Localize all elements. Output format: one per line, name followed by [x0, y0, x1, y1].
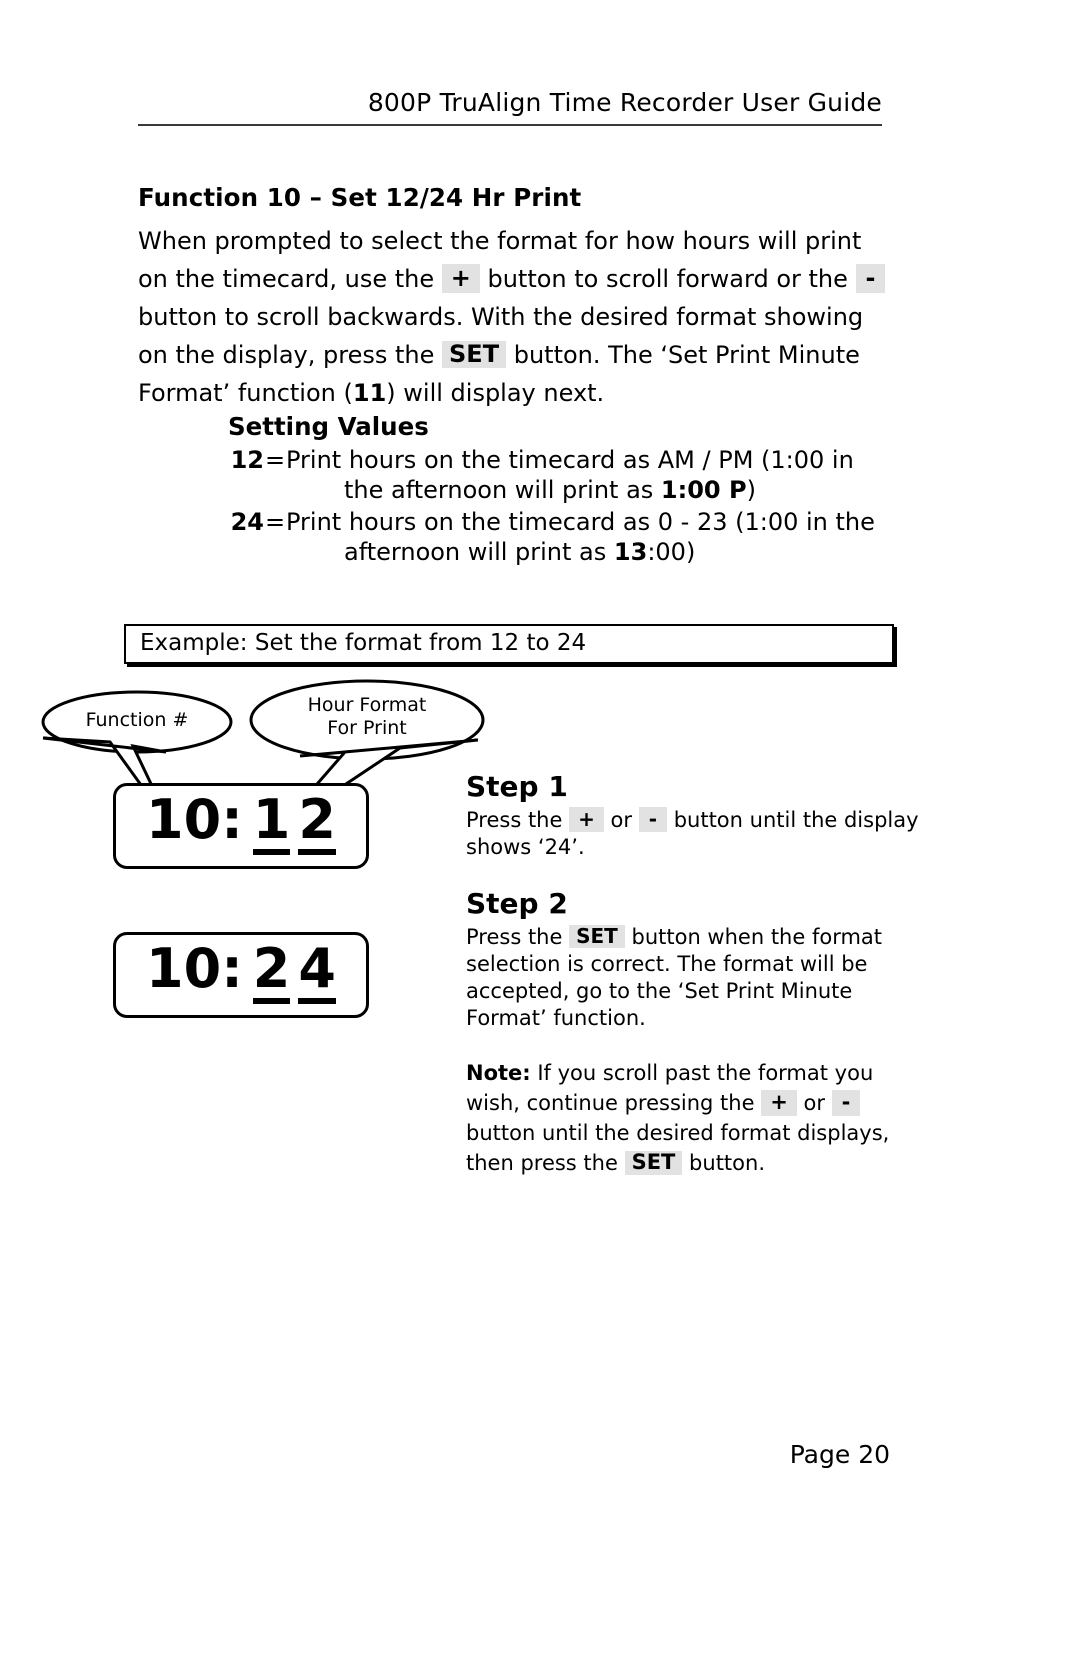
display-before-digit-1: 1: [252, 793, 291, 855]
setting-values-title: Setting Values: [228, 412, 429, 441]
plus-key-inline: +: [569, 807, 604, 832]
step-1-body: Press the + or - button until the displa…: [466, 807, 926, 861]
setting-value-line2-pre: the afternoon will print as: [344, 476, 661, 504]
setting-value-description: Print hours on the timecard as AM / PM (…: [286, 445, 908, 505]
minus-key-inline: -: [831, 1090, 861, 1116]
note-label: Note:: [466, 1061, 531, 1085]
setting-value-line2-bold: 1:00 P: [660, 476, 747, 504]
step-2-heading: Step 2: [466, 887, 568, 920]
intro-paragraph: When prompted to select the format for h…: [138, 222, 898, 412]
setting-value-line1: Print hours on the timecard as 0 - 23 (1…: [286, 508, 875, 536]
display-before-value: 10: 1 2: [146, 793, 336, 855]
setting-value-row: 12 = Print hours on the timecard as AM /…: [228, 445, 908, 505]
setting-value-line2: the afternoon will print as 1:00 P): [286, 475, 908, 505]
set-key-inline: SET: [624, 1151, 683, 1175]
setting-value-description: Print hours on the timecard as 0 - 23 (1…: [286, 507, 908, 567]
page-header-title: 800P TruAlign Time Recorder User Guide: [367, 88, 882, 117]
step-2-body: Press the SET button when the format sel…: [466, 924, 926, 1032]
plus-key-inline: +: [761, 1090, 797, 1116]
example-box: Example: Set the format from 12 to 24: [124, 624, 894, 664]
setting-values-block: Setting Values 12 = Print hours on the t…: [228, 412, 908, 567]
note-text-2: or: [796, 1091, 832, 1115]
page-number: Page 20: [789, 1440, 890, 1469]
display-after-value: 10: 2 4: [146, 942, 336, 1004]
step-1-heading: Step 1: [466, 770, 568, 803]
note-block: Note: If you scroll past the format you …: [466, 1058, 926, 1178]
setting-value-equals: =: [264, 446, 286, 474]
hour-format-callout-label: Hour Format For Print: [307, 694, 427, 739]
display-before-prefix: 10:: [146, 788, 243, 851]
step-1-text-2: or: [603, 808, 639, 832]
steps-column: Step 1 Press the + or - button until the…: [466, 770, 926, 1178]
set-key-inline: SET: [569, 925, 625, 948]
display-before: 10: 1 2: [113, 783, 369, 869]
minus-key-inline: -: [638, 807, 668, 832]
section-heading: Function 10 – Set 12/24 Hr Print: [138, 183, 582, 212]
display-after-digit-2: 4: [298, 942, 336, 1004]
setting-value-line2-post: :00): [647, 538, 696, 566]
intro-text-2: button to scroll forward or the: [479, 265, 856, 293]
display-after-prefix: 10:: [146, 937, 243, 1000]
setting-value-line2-bold: 13: [613, 538, 648, 566]
setting-value-line1: Print hours on the timecard as AM / PM (…: [286, 446, 854, 474]
function-number-reference: 11: [352, 379, 387, 407]
setting-value-line2-post: ): [746, 476, 756, 504]
display-after-digit-1: 2: [252, 942, 291, 1004]
example-label: Example: Set the format from 12 to 24: [140, 630, 587, 656]
setting-value-row: 24 = Print hours on the timecard as 0 - …: [228, 507, 908, 567]
setting-value-line2: afternoon will print as 13:00): [286, 537, 908, 567]
step-1-text-1: Press the: [466, 808, 570, 832]
plus-key-inline: +: [441, 264, 480, 293]
setting-value-line2-pre: afternoon will print as: [344, 538, 614, 566]
set-key-inline: SET: [442, 341, 507, 368]
header-divider: [138, 124, 882, 126]
setting-value-key: 24: [230, 508, 264, 536]
intro-text-5: ) will display next.: [386, 379, 605, 407]
minus-key-inline: -: [855, 264, 886, 293]
display-before-digit-2: 2: [298, 793, 336, 855]
setting-value-equals: =: [264, 508, 286, 536]
note-text-4: button.: [682, 1151, 765, 1175]
function-number-callout-label: Function #: [85, 709, 189, 731]
display-after: 10: 2 4: [113, 932, 369, 1018]
step-2-text-1: Press the: [466, 925, 570, 949]
setting-value-key: 12: [230, 446, 264, 474]
